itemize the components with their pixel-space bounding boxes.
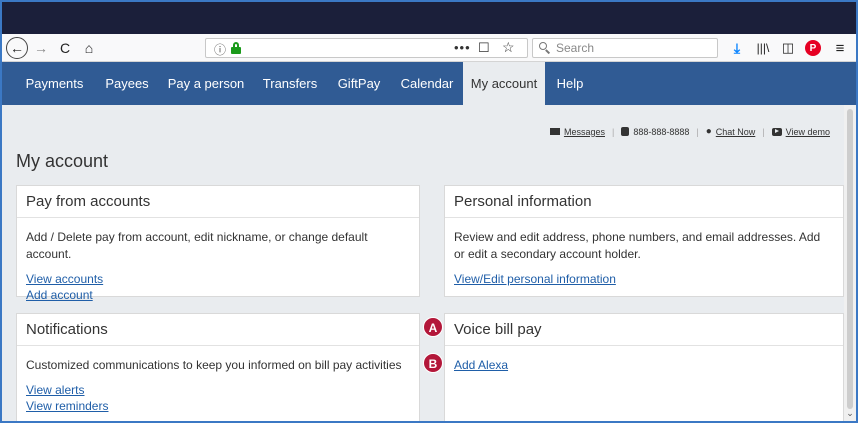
divider: | — [696, 126, 699, 137]
view-accounts-link[interactable]: View accounts — [26, 271, 410, 287]
callout-badge-b: B — [423, 353, 443, 373]
card-description: Customized communications to keep you in… — [26, 358, 402, 372]
chat-icon: ● — [705, 126, 712, 137]
card-description: Add / Delete pay from account, edit nick… — [26, 230, 368, 261]
back-arrow-icon[interactable]: ← — [6, 37, 28, 59]
browser-toolbar: ← → C ⌂ ⓘ ••• ☐ ☆ Search ⤓ |||\ ◫ P ≡ — [2, 34, 856, 62]
scrollbar-thumb[interactable] — [847, 109, 853, 409]
main-content: Messages | 888-888-8888 | ● Chat Now | V… — [2, 105, 844, 421]
bookmark-star-icon[interactable]: ☆ — [502, 39, 515, 56]
nav-item-payees[interactable]: Payees — [96, 62, 158, 105]
pocket-icon[interactable]: ☐ — [478, 40, 490, 56]
voice-bill-pay-card: Voice bill pay Add Alexa — [444, 313, 844, 421]
add-alexa-link[interactable]: Add Alexa — [454, 357, 834, 373]
view-reminders-link[interactable]: View reminders — [26, 398, 410, 414]
phone-icon — [621, 127, 630, 136]
utility-links: Messages | 888-888-8888 | ● Chat Now | V… — [549, 126, 830, 137]
add-account-link[interactable]: Add account — [26, 287, 410, 303]
download-icon[interactable]: ⤓ — [729, 38, 745, 58]
nav-item-transfers[interactable]: Transfers — [254, 62, 326, 105]
card-description: Review and edit address, phone numbers, … — [454, 230, 821, 261]
video-icon — [771, 127, 782, 136]
nav-item-help[interactable]: Help — [548, 62, 592, 105]
search-input[interactable]: Search — [532, 38, 718, 58]
divider: | — [611, 126, 615, 137]
messages-link[interactable]: Messages — [564, 127, 605, 137]
page-title: My account — [16, 151, 109, 171]
search-icon — [539, 42, 551, 54]
hamburger-menu-icon[interactable]: ≡ — [832, 38, 848, 58]
view-demo-link[interactable]: View demo — [786, 127, 830, 137]
nav-item-payments[interactable]: Payments — [16, 62, 93, 105]
nav-item-calendar[interactable]: Calendar — [392, 62, 462, 105]
nav-item-pay-a-person[interactable]: Pay a person — [161, 62, 251, 105]
url-bar[interactable]: ⓘ ••• ☐ ☆ — [205, 38, 528, 58]
callout-badge-a: A — [423, 317, 443, 337]
forward-arrow-icon[interactable]: → — [32, 38, 50, 58]
page-actions-icon[interactable]: ••• — [454, 40, 471, 55]
search-placeholder: Search — [556, 41, 595, 55]
phone-number: 888-888-8888 — [633, 126, 690, 137]
scroll-down-icon[interactable]: ⌄ — [845, 408, 855, 419]
view-alerts-link[interactable]: View alerts — [26, 382, 410, 398]
chat-now-link[interactable]: Chat Now — [716, 127, 756, 137]
title-bar — [2, 2, 856, 34]
pinterest-icon[interactable]: P — [805, 40, 821, 56]
pay-from-accounts-card: Pay from accounts Add / Delete pay from … — [16, 185, 420, 302]
notifications-card: Notifications Customized communications … — [16, 313, 420, 421]
card-title: Notifications — [17, 314, 419, 346]
nav-item-my-account[interactable]: My account — [463, 62, 545, 105]
nav-item-giftpay[interactable]: GiftPay — [329, 62, 389, 105]
home-icon[interactable]: ⌂ — [80, 38, 98, 58]
card-title: Pay from accounts — [17, 186, 419, 218]
sidebar-icon[interactable]: ◫ — [780, 38, 796, 58]
personal-information-card: Personal information Review and edit add… — [444, 185, 844, 297]
card-title: Voice bill pay — [445, 314, 843, 346]
divider: | — [762, 126, 765, 137]
info-icon[interactable]: ⓘ — [214, 41, 226, 58]
main-nav: Payments Payees Pay a person Transfers G… — [2, 62, 856, 105]
vertical-scrollbar[interactable]: ⌄ — [844, 105, 856, 421]
envelope-icon — [549, 128, 560, 135]
browser-window: ← → C ⌂ ⓘ ••• ☐ ☆ Search ⤓ |||\ ◫ P ≡ Pa… — [0, 0, 858, 423]
reload-icon[interactable]: C — [56, 38, 74, 58]
library-icon[interactable]: |||\ — [755, 38, 771, 58]
card-title: Personal information — [445, 186, 843, 218]
lock-icon — [231, 42, 241, 54]
view-edit-personal-info-link[interactable]: View/Edit personal information — [454, 271, 834, 287]
